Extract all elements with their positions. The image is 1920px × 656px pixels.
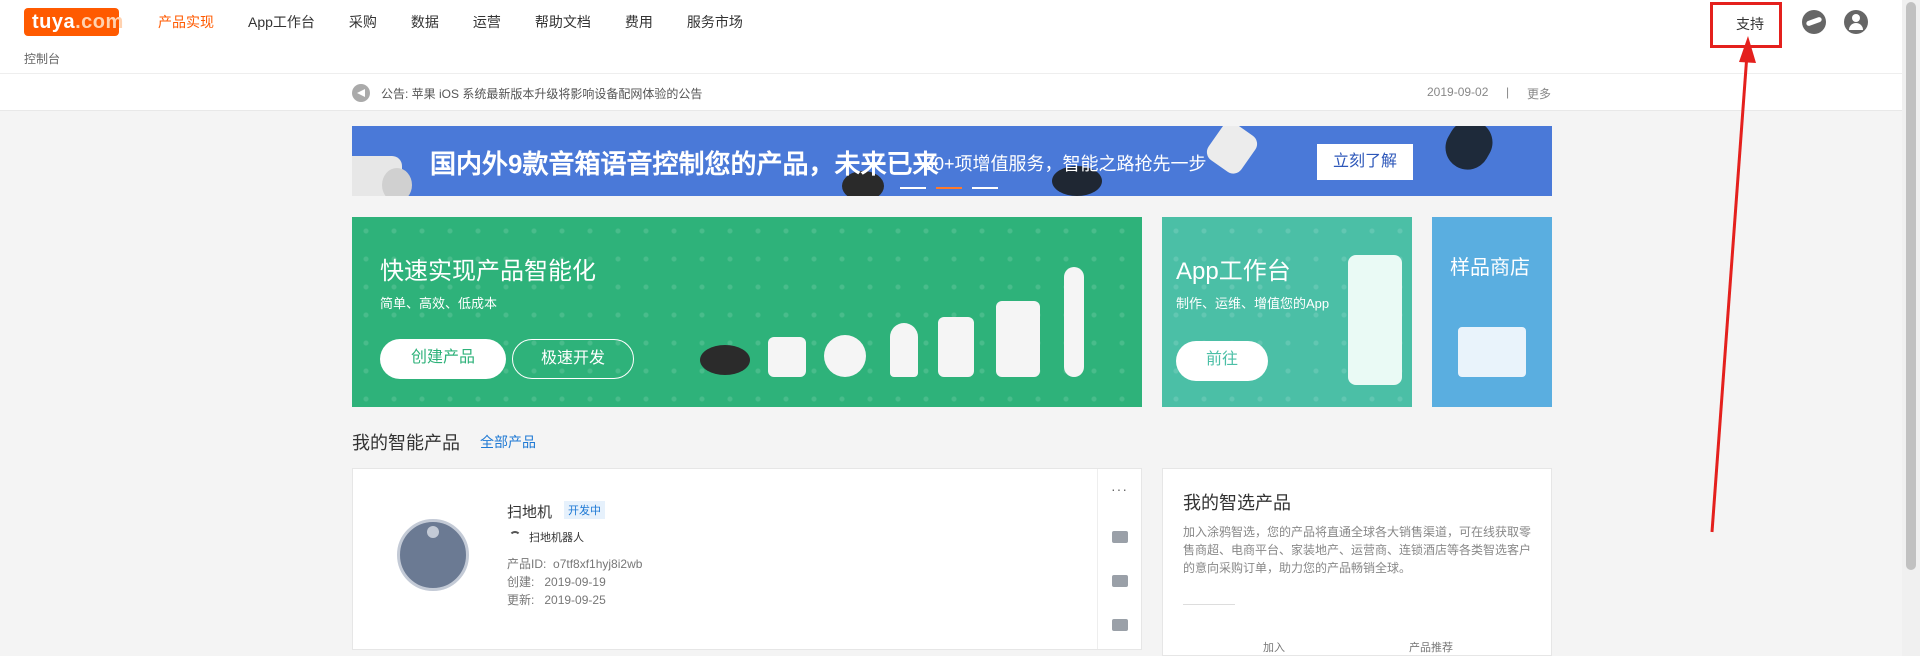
breadcrumb[interactable]: 控制台: [24, 50, 60, 67]
create-product-button[interactable]: 创建产品: [380, 339, 506, 379]
quick-smart-subtitle: 简单、高效、低成本: [380, 296, 498, 311]
smart-selection-description: 加入涂鸦智选，您的产品将直通全球各大销售渠道，可在线获取零 售商超、电商平台、家…: [1183, 525, 1532, 575]
product-category: 扫地机器人: [529, 532, 584, 544]
created-value: 2019-09-19: [544, 575, 606, 589]
nav-item-fees[interactable]: 费用: [625, 12, 670, 32]
recommend-label: 产品推荐: [1409, 642, 1453, 654]
camera-device-image: [824, 335, 866, 377]
created-label: 创建:: [507, 575, 535, 589]
document-icon[interactable]: [1112, 575, 1128, 587]
banner-subtitle: 30+项增值服务，智能之路抢先一步: [924, 154, 1207, 174]
plug-device-image: [938, 317, 974, 377]
database-icon[interactable]: [1112, 619, 1128, 631]
nav-item-data[interactable]: 数据: [411, 12, 456, 32]
divider: [1183, 604, 1235, 605]
nav-item-app-workbench[interactable]: App工作台: [248, 12, 332, 32]
page-scrollbar[interactable]: [1902, 0, 1920, 656]
my-products-heading: 我的智能产品: [352, 433, 460, 453]
updated-label: 更新:: [507, 593, 535, 607]
tuya-logo[interactable]: tuya.com: [24, 8, 123, 36]
speaker-image: [1437, 126, 1501, 178]
support-link[interactable]: 支持: [1736, 14, 1764, 34]
logo-text: tuya: [32, 11, 76, 33]
bulb-device-image: [890, 323, 918, 377]
top-navbar: tuya.com 产品实现 App工作台 采购 数据 运营 帮助文档 费用 服务…: [0, 0, 1902, 73]
app-workbench-title: App工作台: [1176, 258, 1291, 285]
smart-selection-card: 我的智选产品 加入涂鸦智选，您的产品将直通全球各大销售渠道，可在线获取零 售商超…: [1162, 468, 1552, 656]
quick-smart-card: 快速实现产品智能化 简单、高效、低成本 创建产品 极速开发: [352, 217, 1142, 407]
planet-icon[interactable]: [1802, 10, 1826, 34]
main-nav: 产品实现 App工作台 采购 数据 运营 帮助文档 费用 服务市场: [158, 12, 777, 32]
notice-more-link[interactable]: 更多: [1527, 85, 1551, 102]
updated-value: 2019-09-25: [544, 593, 606, 607]
notice-separator: |: [1506, 85, 1510, 99]
status-badge: 开发中: [564, 501, 605, 519]
promo-banner[interactable]: 国内外9款音箱语音控制您的产品，未来已来 30+项增值服务，智能之路抢先一步 立…: [352, 126, 1552, 196]
wifi-icon: [509, 531, 521, 541]
cart-illustration: [1458, 327, 1526, 377]
product-side-toolbar: ···: [1097, 469, 1142, 649]
quick-smart-title: 快速实现产品智能化: [380, 258, 596, 285]
robot-vacuum-image: [397, 519, 469, 591]
phone-illustration: [1348, 255, 1402, 385]
banner-carousel-dots: [900, 187, 998, 189]
app-workbench-card: App工作台 制作、运维、增值您的App 前往: [1162, 217, 1412, 407]
sample-store-card[interactable]: 样品商店: [1432, 217, 1552, 407]
product-updated-row: 更新: 2019-09-25: [507, 591, 606, 608]
purifier-device-image: [996, 301, 1040, 377]
nav-item-marketplace[interactable]: 服务市场: [687, 12, 760, 32]
notice-bar: 公告: 苹果 iOS 系统最新版本升级将影响设备配网体验的公告 2019-09-…: [0, 73, 1902, 111]
speaker-device-image: [700, 345, 750, 375]
megaphone-icon: [352, 84, 370, 102]
nav-item-purchase[interactable]: 采购: [349, 12, 394, 32]
logo-suffix: .com: [75, 11, 124, 33]
nav-item-docs[interactable]: 帮助文档: [535, 12, 608, 32]
product-id-row: 产品ID: o7tf8xf1hyj8i2wb: [507, 555, 642, 572]
cart-icon[interactable]: [1112, 531, 1128, 543]
all-products-link[interactable]: 全部产品: [480, 432, 536, 452]
carousel-dot[interactable]: [972, 187, 998, 189]
sample-store-title: 样品商店: [1450, 257, 1530, 279]
product-id-value: o7tf8xf1hyj8i2wb: [553, 557, 643, 571]
fan-device-image: [1064, 267, 1084, 377]
smart-selection-title: 我的智选产品: [1183, 493, 1291, 513]
app-workbench-subtitle: 制作、运维、增值您的App: [1176, 296, 1330, 311]
speaker-image: [1202, 126, 1262, 178]
banner-learn-more-button[interactable]: 立刻了解: [1317, 144, 1413, 180]
product-created-row: 创建: 2019-09-19: [507, 573, 606, 590]
go-app-workbench-button[interactable]: 前往: [1176, 341, 1268, 381]
notice-date: 2019-09-02: [1427, 85, 1489, 99]
nav-item-product[interactable]: 产品实现: [158, 12, 231, 32]
join-label: 加入: [1263, 642, 1285, 654]
product-card[interactable]: 扫地机 开发中 扫地机器人 产品ID: o7tf8xf1hyj8i2wb 创建:…: [352, 468, 1142, 650]
scrollbar-thumb[interactable]: [1906, 2, 1916, 570]
quick-develop-button[interactable]: 极速开发: [512, 339, 634, 379]
notice-text[interactable]: 公告: 苹果 iOS 系统最新版本升级将影响设备配网体验的公告: [381, 85, 702, 102]
gateway-device-image: [768, 337, 806, 377]
user-avatar-icon[interactable]: [1844, 10, 1868, 34]
product-id-label: 产品ID:: [507, 557, 547, 571]
banner-title: 国内外9款音箱语音控制您的产品，未来已来: [430, 149, 939, 179]
more-options-icon[interactable]: ···: [1111, 481, 1128, 497]
speaker-image: [382, 168, 412, 196]
product-name[interactable]: 扫地机: [507, 501, 552, 522]
nav-item-operation[interactable]: 运营: [473, 12, 518, 32]
carousel-dot[interactable]: [900, 187, 926, 189]
carousel-dot-active[interactable]: [936, 187, 962, 189]
